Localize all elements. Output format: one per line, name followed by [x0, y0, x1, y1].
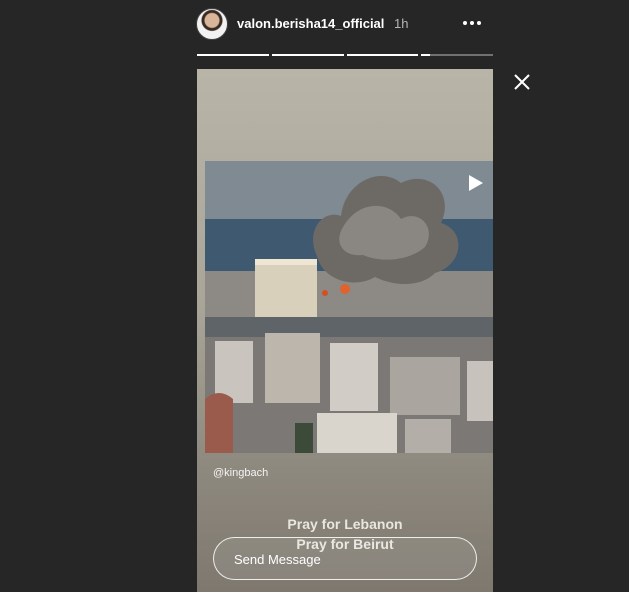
story-media[interactable]: @kingbach Pray for Lebanon Pray for Beir…	[197, 69, 493, 592]
story-header: valon.berisha14_official 1h	[196, 6, 493, 42]
username[interactable]: valon.berisha14_official	[237, 16, 384, 31]
progress-fill	[421, 54, 430, 56]
progress-fill	[197, 54, 269, 56]
progress-fill	[346, 54, 419, 56]
avatar[interactable]	[196, 8, 228, 40]
progress-segment	[421, 54, 493, 56]
story-viewer: valon.berisha14_official 1h @kingbach Pr…	[0, 0, 629, 592]
progress-segment	[346, 54, 419, 56]
more-horizontal-icon[interactable]	[463, 14, 485, 32]
send-message-input[interactable]: Send Message	[213, 537, 477, 580]
story-progress	[197, 54, 493, 56]
progress-fill	[271, 54, 344, 56]
video-frame[interactable]	[205, 161, 493, 453]
progress-segment	[271, 54, 344, 56]
send-message-placeholder: Send Message	[234, 552, 321, 567]
close-icon[interactable]	[512, 72, 532, 92]
timestamp: 1h	[394, 16, 409, 31]
progress-segment	[197, 54, 269, 56]
mention-tag[interactable]: @kingbach	[213, 467, 268, 479]
explosion-image	[205, 161, 493, 453]
caption-line: Pray for Lebanon	[287, 516, 403, 532]
play-icon[interactable]	[465, 173, 485, 193]
